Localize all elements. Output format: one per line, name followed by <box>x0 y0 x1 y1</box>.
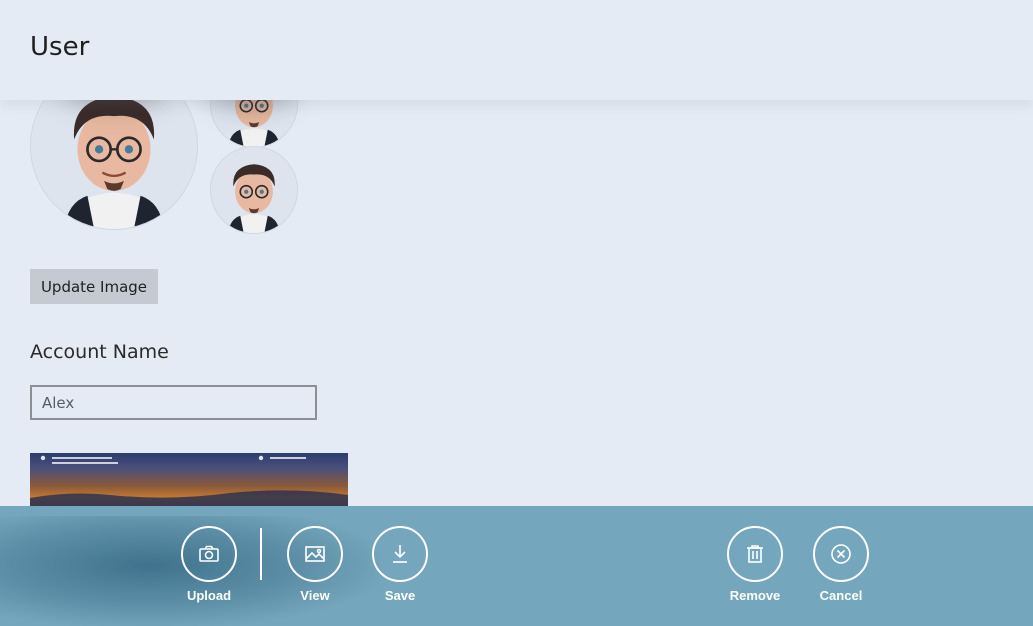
user-settings-page: User Update Image Account Name Upload <box>0 0 1033 626</box>
avatar-image <box>211 147 297 233</box>
image-icon <box>287 526 343 582</box>
download-icon <box>372 526 428 582</box>
account-name-input[interactable] <box>30 385 317 420</box>
toolbar-divider <box>260 528 262 580</box>
camera-icon <box>181 526 237 582</box>
update-image-button[interactable]: Update Image <box>30 269 158 304</box>
page-title: User <box>30 32 90 62</box>
remove-label: Remove <box>729 588 781 603</box>
account-name-label: Account Name <box>30 341 169 363</box>
remove-button[interactable]: Remove <box>715 526 795 616</box>
header: User <box>0 0 1033 100</box>
command-toolbar: Upload View Save Remove Cancel <box>0 506 1033 626</box>
view-button[interactable]: View <box>275 526 355 616</box>
upload-label: Upload <box>186 588 232 603</box>
landscape-image <box>30 455 348 513</box>
close-circle-icon <box>813 526 869 582</box>
lock-screen-preview[interactable] <box>30 453 348 513</box>
trash-icon <box>727 526 783 582</box>
cancel-label: Cancel <box>819 588 863 603</box>
cancel-button[interactable]: Cancel <box>801 526 881 616</box>
upload-button[interactable]: Upload <box>169 526 249 616</box>
avatar-small-2 <box>210 146 298 234</box>
save-button[interactable]: Save <box>360 526 440 616</box>
save-label: Save <box>384 588 416 603</box>
view-label: View <box>300 588 330 603</box>
